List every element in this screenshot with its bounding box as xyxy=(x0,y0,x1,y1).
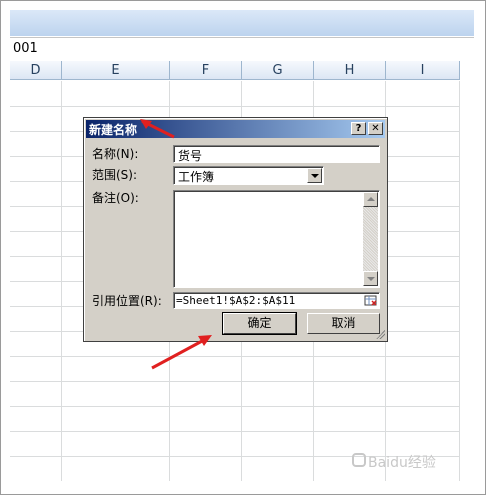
close-button[interactable]: ✕ xyxy=(368,122,383,135)
scroll-down-icon[interactable] xyxy=(363,271,378,286)
scope-label: 范围(S): xyxy=(92,168,138,182)
column-header-f[interactable]: F xyxy=(170,61,242,80)
refers-to-value: =Sheet1!$A$2:$A$11 xyxy=(176,294,296,307)
name-label: 名称(N): xyxy=(92,147,139,161)
column-header-e[interactable]: E xyxy=(62,61,170,80)
dialog-title: 新建名称 xyxy=(89,123,138,137)
watermark-logo-icon xyxy=(352,453,366,467)
new-name-dialog: 新建名称 ? ✕ 名称(N): 货号 范围(S): 工作簿 备注(O): 引用位… xyxy=(83,117,388,342)
refers-to-label: 引用位置(R): xyxy=(92,294,162,308)
annotation-arrow-icon xyxy=(151,335,212,370)
cancel-button[interactable]: 取消 xyxy=(307,313,380,334)
ok-button[interactable]: 确定 xyxy=(222,312,297,335)
scope-select-value: 工作簿 xyxy=(178,170,215,184)
ribbon xyxy=(10,10,474,36)
watermark: Baidu经验 xyxy=(368,455,436,471)
grid-right-margin xyxy=(460,61,474,481)
grid-line xyxy=(10,356,460,357)
help-button[interactable]: ? xyxy=(351,122,366,135)
refers-to-input[interactable]: =Sheet1!$A$2:$A$11 xyxy=(173,292,380,309)
chevron-down-icon[interactable] xyxy=(307,168,322,183)
column-header-g[interactable]: G xyxy=(242,61,314,80)
name-input[interactable]: 货号 xyxy=(173,145,380,163)
comment-scrollbar[interactable] xyxy=(363,192,378,286)
resize-grip-icon[interactable] xyxy=(375,329,385,339)
scroll-up-icon[interactable] xyxy=(363,192,378,207)
name-input-value: 货号 xyxy=(178,149,203,163)
column-header-i[interactable]: I xyxy=(386,61,460,80)
dialog-titlebar[interactable]: 新建名称 ? ✕ xyxy=(86,120,385,138)
grid-line xyxy=(10,406,460,407)
range-select-icon[interactable] xyxy=(364,294,378,308)
comment-textarea[interactable] xyxy=(173,190,380,288)
name-box[interactable]: 001 xyxy=(13,41,38,56)
comment-label: 备注(O): xyxy=(92,191,139,205)
grid-line xyxy=(10,431,460,432)
column-header-d[interactable]: D xyxy=(10,61,62,80)
annotation-arrow-icon xyxy=(140,119,175,139)
grid-line xyxy=(10,381,460,382)
column-header-h[interactable]: H xyxy=(314,61,386,80)
scope-select[interactable]: 工作簿 xyxy=(173,166,324,185)
grid-line xyxy=(10,106,460,107)
formula-bar: 001 xyxy=(10,37,474,62)
